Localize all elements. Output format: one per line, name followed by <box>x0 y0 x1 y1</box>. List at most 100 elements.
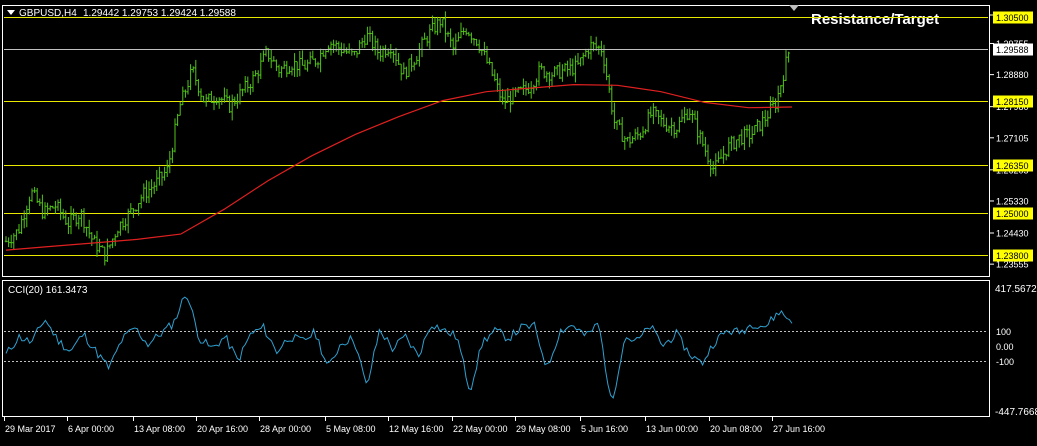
price-bar <box>371 30 374 52</box>
price-bar <box>173 118 177 153</box>
price-bar <box>763 109 767 127</box>
price-bar <box>381 45 385 62</box>
price-bar <box>610 84 614 115</box>
price-bar <box>774 98 777 114</box>
price-bar <box>311 50 315 60</box>
shift-marker-icon[interactable] <box>789 5 799 11</box>
price-bar <box>750 125 754 144</box>
price-bar <box>724 153 728 161</box>
level-price-text: 1.23800 <box>996 251 1029 261</box>
price-bar <box>423 32 426 40</box>
price-bar <box>784 50 788 81</box>
price-bar <box>392 50 395 63</box>
price-bar <box>623 136 627 150</box>
price-bar <box>496 73 499 92</box>
price-bar <box>87 219 91 239</box>
price-bar <box>376 38 380 60</box>
price-bar <box>761 110 764 137</box>
time-tick-label: 29 May 08:00 <box>516 424 571 434</box>
price-bar <box>230 94 234 121</box>
price-bar <box>25 205 29 228</box>
price-bar <box>782 75 785 94</box>
price-bar <box>207 93 211 102</box>
price-bar <box>228 95 231 114</box>
price-bar <box>516 86 520 93</box>
moving-average-line <box>5 83 793 251</box>
price-bar <box>597 45 601 55</box>
time-tick-label: 20 Jun 08:00 <box>710 424 762 434</box>
cci-level-label: 100 <box>996 327 1011 337</box>
price-bar <box>298 50 302 77</box>
price-bar <box>579 57 582 67</box>
price-bar <box>178 101 182 116</box>
price-bar <box>561 64 564 82</box>
price-bar <box>503 90 507 109</box>
price-bar <box>711 161 715 175</box>
price-bar <box>407 58 411 78</box>
price-bar <box>581 52 585 66</box>
price-bar <box>191 66 195 73</box>
price-bar <box>384 44 387 58</box>
price-bar <box>82 208 86 233</box>
price-bar <box>285 60 289 78</box>
price-bar <box>345 47 348 55</box>
price-bar <box>160 171 164 186</box>
price-bar <box>418 42 421 67</box>
chart-menu-triangle-icon[interactable] <box>7 10 15 15</box>
cci-top-value: 417.5672 <box>995 284 1037 295</box>
price-bar <box>90 232 94 247</box>
price-bar <box>72 208 75 221</box>
price-bar <box>615 120 619 130</box>
price-bar <box>693 110 697 120</box>
price-bar <box>646 109 650 133</box>
price-bar <box>256 70 260 84</box>
price-bar <box>355 50 359 58</box>
price-bar <box>113 234 117 247</box>
price-bar <box>672 121 676 139</box>
price-bar <box>696 110 699 145</box>
price-bar <box>194 59 198 86</box>
price-bar <box>649 106 653 118</box>
price-bar <box>129 203 133 215</box>
price-bar <box>262 50 265 62</box>
price-bar <box>665 117 668 132</box>
time-tick-label: 13 Apr 08:00 <box>134 424 185 434</box>
price-bar <box>189 64 192 91</box>
price-bar <box>267 48 270 62</box>
price-bar <box>639 132 642 141</box>
price-bar <box>293 53 296 77</box>
price-bar <box>441 18 445 28</box>
price-bar <box>168 151 172 174</box>
price-bar <box>459 22 463 39</box>
cci-label: CCI(20) 161.3473 <box>8 285 88 296</box>
price-bar <box>467 31 471 37</box>
price-bar <box>415 56 419 65</box>
price-bar <box>748 124 751 148</box>
price-bar <box>493 69 497 82</box>
chart-svg: GBPUSD,H4 1.29442 1.29753 1.29424 1.2958… <box>2 5 1037 434</box>
price-bar <box>659 109 663 127</box>
price-bar <box>176 113 179 127</box>
price-bar <box>181 86 185 106</box>
price-bar <box>464 28 468 36</box>
price-tick-label: 1.28880 <box>996 70 1029 80</box>
time-tick-label: 12 May 16:00 <box>389 424 444 434</box>
cci-level-label: -100 <box>996 357 1014 367</box>
price-bar <box>85 226 88 237</box>
price-bar <box>43 202 47 220</box>
price-bar <box>787 51 790 63</box>
price-bar <box>20 215 23 235</box>
price-bar <box>444 11 447 43</box>
price-bar <box>306 59 309 72</box>
price-bar <box>618 119 621 126</box>
price-bar <box>147 181 151 204</box>
price-bar <box>379 45 382 62</box>
price-bar <box>545 71 549 83</box>
price-bar <box>394 47 398 67</box>
price-bar <box>38 198 42 206</box>
price-bar <box>61 208 65 220</box>
level-price-text: 1.25000 <box>996 209 1029 219</box>
time-tick-label: 28 Apr 00:00 <box>260 424 311 434</box>
price-bar <box>93 234 96 240</box>
price-tick-label: 1.25330 <box>996 196 1029 206</box>
